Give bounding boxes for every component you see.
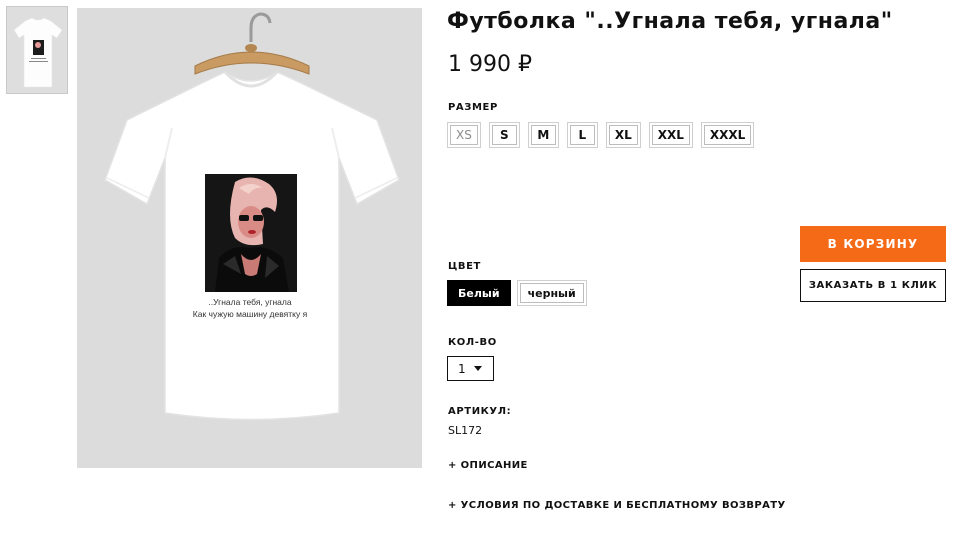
size-option-xxxl[interactable]: XXXL	[700, 122, 755, 148]
quantity-value: 1	[458, 361, 466, 376]
color-option-white[interactable]: Белый	[447, 280, 511, 306]
delivery-returns-toggle[interactable]: + УСЛОВИЯ ПО ДОСТАВКЕ И БЕСПЛАТНОМУ ВОЗВ…	[448, 500, 786, 511]
sku-value: SL172	[448, 424, 483, 437]
chevron-down-icon	[473, 366, 482, 371]
size-option-xxl[interactable]: XXL	[648, 122, 693, 148]
main-product-image: ..Угнала тебя, угнала Как чужую машину д…	[77, 8, 422, 468]
tshirt-print-caption: ..Угнала тебя, угнала Как чужую машину д…	[175, 296, 325, 320]
size-label: РАЗМЕР	[448, 102, 498, 113]
size-option-m[interactable]: M	[527, 122, 559, 148]
quantity-select[interactable]: 1	[447, 356, 494, 381]
tshirt-thumbnail-image	[7, 7, 67, 93]
add-to-cart-button[interactable]: В КОРЗИНУ	[800, 226, 946, 262]
quantity-label: КОЛ-ВО	[448, 337, 497, 348]
sku-label: АРТИКУЛ:	[448, 406, 512, 417]
size-option-xs[interactable]: XS	[447, 122, 481, 148]
tshirt-print-photo	[205, 174, 297, 292]
one-click-order-button[interactable]: ЗАКАЗАТЬ В 1 КЛИК	[800, 269, 946, 302]
gallery-thumbnail[interactable]	[6, 6, 68, 94]
color-label: ЦВЕТ	[448, 261, 481, 272]
color-selector: Белый черный	[447, 280, 587, 306]
description-toggle[interactable]: + ОПИСАНИЕ	[448, 460, 528, 471]
size-selector: XS S M L XL XXL XXXL	[447, 122, 755, 148]
caption-line-1: ..Угнала тебя, угнала	[208, 297, 292, 307]
size-option-xl[interactable]: XL	[605, 122, 641, 148]
color-option-black[interactable]: черный	[516, 280, 587, 306]
product-price: 1 990 ₽	[448, 52, 532, 77]
caption-line-2: Как чужую машину девятку я	[192, 309, 308, 319]
size-option-s[interactable]: S	[488, 122, 520, 148]
size-option-l[interactable]: L	[566, 122, 598, 148]
product-title: Футболка "..Угнала тебя, угнала"	[447, 9, 893, 34]
